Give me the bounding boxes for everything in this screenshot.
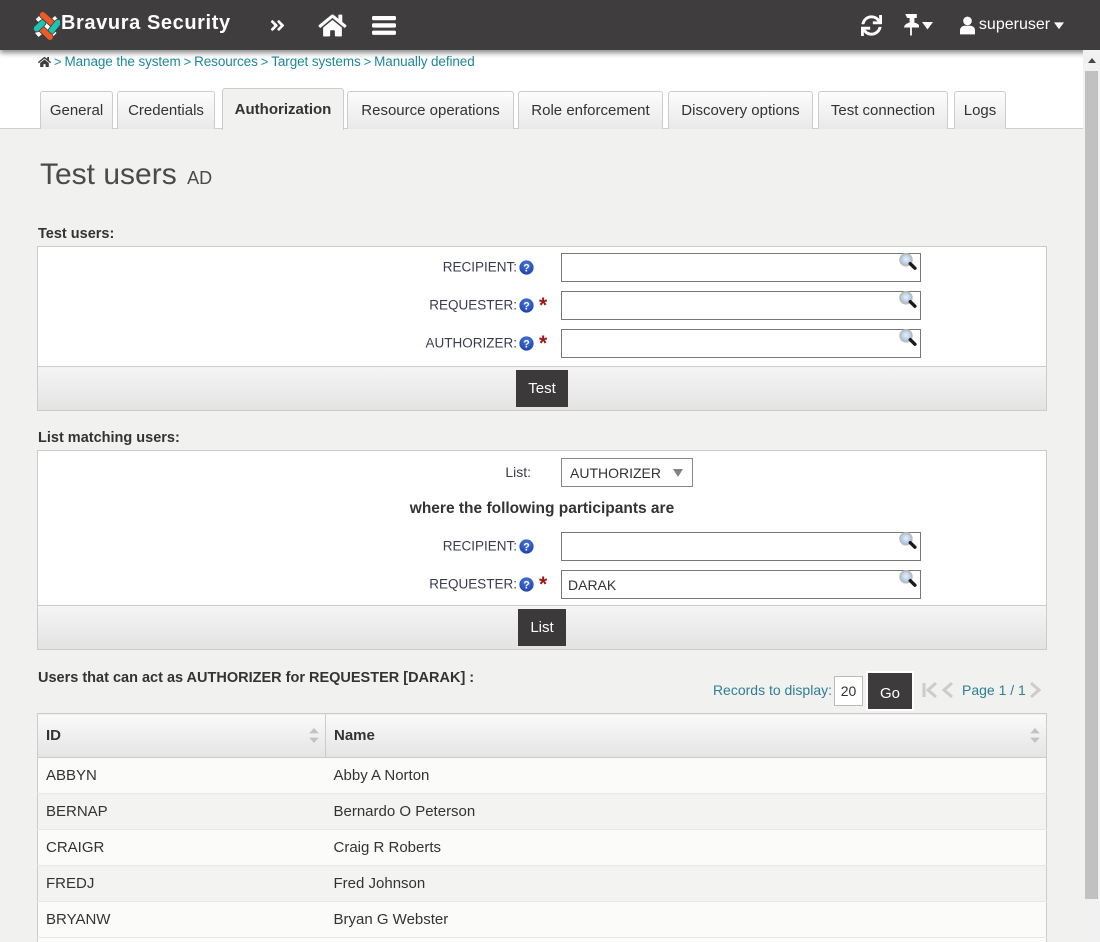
svg-text:?: ? bbox=[523, 541, 530, 553]
svg-text:?: ? bbox=[523, 338, 530, 350]
svg-text:?: ? bbox=[523, 262, 530, 274]
svg-text:?: ? bbox=[523, 579, 530, 591]
svg-text:?: ? bbox=[523, 300, 530, 312]
